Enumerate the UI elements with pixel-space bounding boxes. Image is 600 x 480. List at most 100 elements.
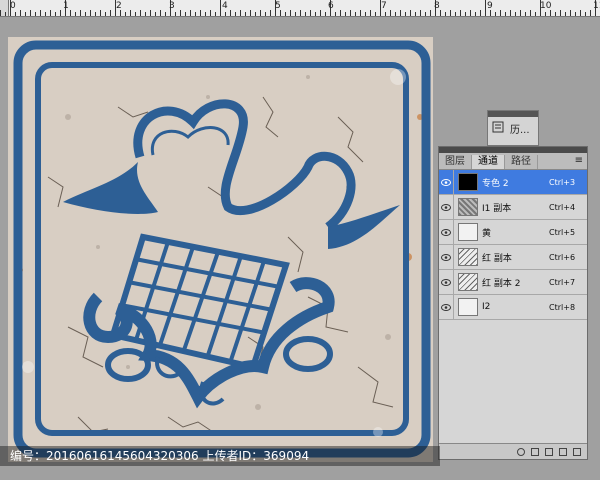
channel-row[interactable]: I1 副本 Ctrl+4 — [439, 195, 587, 220]
ruler-tick — [580, 10, 581, 16]
channel-shortcut: Ctrl+7 — [549, 277, 576, 287]
tile-image — [8, 37, 433, 462]
ruler-tick — [195, 12, 196, 16]
visibility-eye-icon[interactable] — [439, 270, 454, 294]
ruler-tick — [230, 10, 231, 16]
ruler-tick — [470, 10, 471, 16]
save-selection-icon[interactable] — [531, 447, 539, 456]
ruler-tick — [90, 10, 91, 16]
channel-shortcut: Ctrl+3 — [549, 177, 576, 187]
panel-tabs: 图层 通道 路径 ≡ — [439, 153, 587, 170]
ruler-tick — [220, 0, 221, 16]
channel-row[interactable]: 专色 2 Ctrl+3 — [439, 170, 587, 195]
mask-icon[interactable] — [545, 447, 553, 456]
ruler-tick — [360, 10, 361, 16]
ruler-tick — [440, 10, 441, 16]
ruler-tick — [425, 12, 426, 16]
ruler-tick — [545, 12, 546, 16]
ruler-tick — [365, 12, 366, 16]
tab-channels[interactable]: 通道 — [472, 155, 505, 169]
new-channel-icon[interactable] — [559, 447, 567, 456]
ruler-tick — [150, 10, 151, 16]
ruler-tick — [590, 10, 591, 16]
ruler-tick — [565, 12, 566, 16]
ruler-number: 8 — [434, 1, 440, 11]
channel-name: 黄 — [482, 228, 492, 239]
ruler-tick — [300, 10, 301, 16]
ruler-tick — [500, 10, 501, 16]
ruler-tick — [250, 10, 251, 16]
visibility-eye-icon[interactable] — [439, 220, 454, 244]
ruler-tick — [570, 10, 571, 16]
ruler-tick — [75, 12, 76, 16]
ruler-tick — [15, 12, 16, 16]
horizontal-ruler: 0 1 2 3 4 5 6 7 8 9 10 11 — [0, 0, 600, 17]
ruler-tick — [555, 12, 556, 16]
ruler-tick — [5, 12, 6, 16]
watermark-caption: 编号：20160616145604320306 上传者ID：369094 — [0, 446, 440, 466]
ruler-tick — [80, 10, 81, 16]
panel-menu-icon[interactable]: ≡ — [575, 155, 583, 166]
ruler-tick — [525, 12, 526, 16]
ruler-tick — [95, 12, 96, 16]
channel-shortcut: Ctrl+5 — [549, 227, 576, 237]
ruler-tick — [585, 12, 586, 16]
channel-row[interactable]: 红 副本 Ctrl+6 — [439, 245, 587, 270]
tab-layers[interactable]: 图层 — [439, 155, 472, 169]
ruler-number: 9 — [487, 1, 493, 11]
ruler-tick — [485, 0, 486, 16]
ruler-tick — [55, 12, 56, 16]
channel-name: 红 副本 2 — [482, 278, 521, 289]
ruler-tick — [475, 12, 476, 16]
ruler-tick — [50, 10, 51, 16]
ruler-tick — [410, 10, 411, 16]
ruler-tick — [265, 12, 266, 16]
history-label[interactable]: 历... — [510, 121, 530, 136]
channel-thumbnail — [458, 198, 478, 216]
visibility-eye-icon[interactable] — [439, 195, 454, 219]
ruler-tick — [130, 10, 131, 16]
ruler-number: 10 — [540, 1, 552, 11]
ruler-tick — [210, 10, 211, 16]
ruler-number: 0 — [10, 1, 16, 11]
ruler-tick — [110, 10, 111, 16]
channel-thumbnail — [458, 298, 478, 316]
channel-row[interactable]: 黄 Ctrl+5 — [439, 220, 587, 245]
history-icon[interactable] — [492, 121, 504, 136]
ruler-tick — [155, 12, 156, 16]
channel-shortcut: Ctrl+4 — [549, 202, 576, 212]
ruler-tick — [355, 12, 356, 16]
ruler-tick — [405, 12, 406, 16]
load-selection-icon[interactable] — [517, 447, 525, 456]
ruler-number: 4 — [222, 1, 228, 11]
ruler-tick — [510, 10, 511, 16]
trash-icon[interactable] — [573, 447, 581, 456]
ruler-tick — [165, 12, 166, 16]
ruler-tick — [30, 10, 31, 16]
ruler-tick — [135, 12, 136, 16]
ruler-tick — [390, 10, 391, 16]
ruler-tick — [505, 12, 506, 16]
ruler-tick — [255, 12, 256, 16]
tab-paths[interactable]: 路径 — [505, 155, 538, 169]
ruler-tick — [185, 12, 186, 16]
ruler-tick — [235, 12, 236, 16]
ruler-tick — [180, 10, 181, 16]
ruler-tick — [465, 12, 466, 16]
ruler-tick — [175, 12, 176, 16]
channel-row[interactable]: I2 Ctrl+8 — [439, 295, 587, 320]
ruler-tick — [325, 12, 326, 16]
ruler-tick — [200, 10, 201, 16]
channel-thumbnail — [458, 173, 478, 191]
panel-bottom-toolbar — [439, 443, 587, 459]
history-panel[interactable]: 历... — [487, 110, 539, 146]
ruler-tick — [140, 10, 141, 16]
visibility-eye-icon[interactable] — [439, 245, 454, 269]
ruler-tick — [385, 12, 386, 16]
visibility-eye-icon[interactable] — [439, 295, 454, 319]
channel-row[interactable]: 红 副本 2 Ctrl+7 — [439, 270, 587, 295]
ruler-tick — [25, 12, 26, 16]
ruler-tick — [60, 10, 61, 16]
visibility-eye-icon[interactable] — [439, 170, 454, 194]
ruler-tick — [445, 12, 446, 16]
